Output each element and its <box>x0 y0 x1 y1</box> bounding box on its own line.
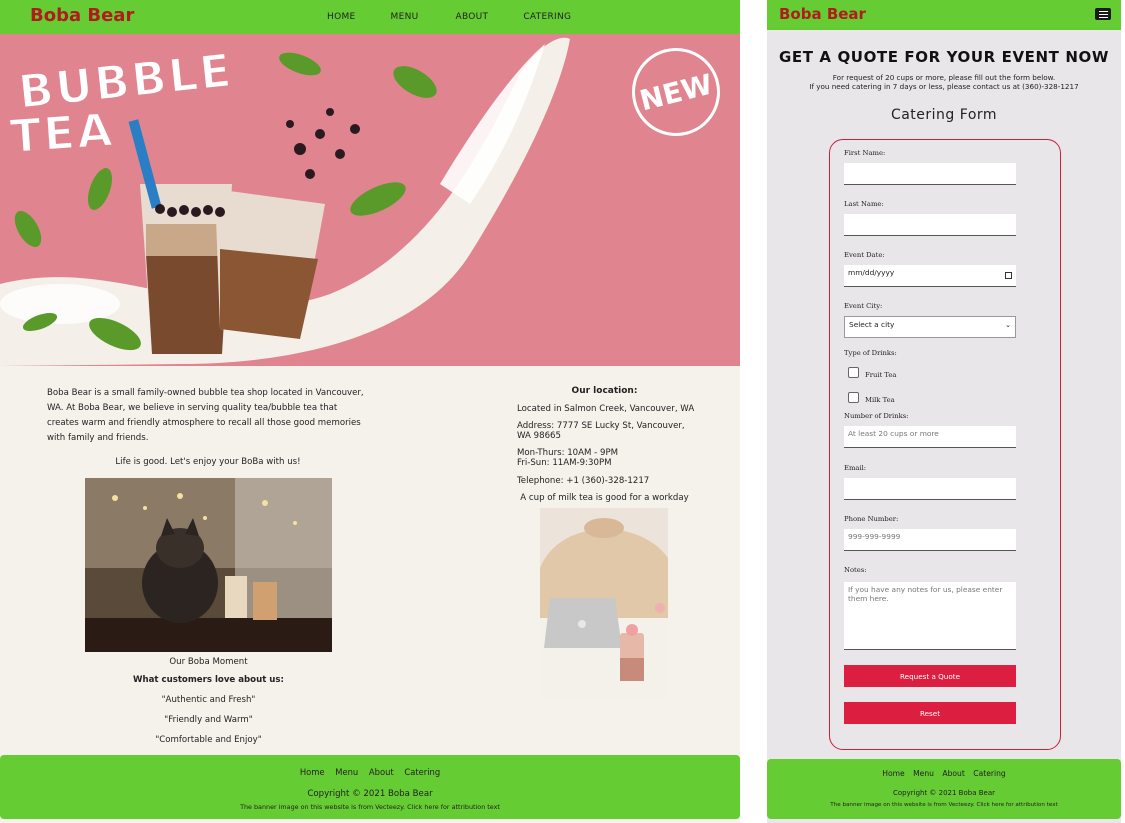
nav-menu-link[interactable]: MENU <box>391 12 419 22</box>
hours-line1: Mon-Thurs: 10AM - 9PM <box>517 448 619 458</box>
milk-tea-photo-art <box>540 508 668 700</box>
location-line: Located in Salmon Creek, Vancouver, WA <box>517 404 695 414</box>
hamburger-menu-icon[interactable] <box>1095 8 1111 20</box>
milk-tea-photo <box>540 508 668 700</box>
tagline: Life is good. Let's enjoy your BoBa with… <box>115 457 301 467</box>
mobile-footer-catering-link[interactable]: Catering <box>973 769 1005 778</box>
event-date-label: Event Date: <box>844 251 885 259</box>
email-field[interactable] <box>844 478 1016 500</box>
phone-field[interactable]: 999-999-9999 <box>844 529 1016 551</box>
mobile-footer-links: Home Menu About Catering <box>767 769 1121 778</box>
drinks-label: Type of Drinks: <box>844 349 897 357</box>
footer-catering-link[interactable]: Catering <box>404 767 440 777</box>
num-drinks-placeholder: At least 20 cups or more <box>848 429 939 438</box>
last-name-field[interactable] <box>844 214 1016 236</box>
footer-copyright: Copyright © 2021 Boba Bear <box>307 789 433 799</box>
form-title: Catering Form <box>890 107 998 123</box>
hours-line2: Fri-Sun: 11AM-9:30PM <box>517 458 612 468</box>
mobile-top-nav: Boba Bear <box>767 0 1121 30</box>
fruit-tea-label: Fruit Tea <box>865 371 897 379</box>
telephone: Telephone: +1 (360)-328-1217 <box>517 476 650 486</box>
reset-button[interactable]: Reset <box>844 702 1016 724</box>
num-drinks-label: Number of Drinks: <box>844 412 909 420</box>
notes-label: Notes: <box>844 566 867 574</box>
catering-page: Boba Bear GET A QUOTE FOR YOUR EVENT NOW… <box>767 0 1121 823</box>
mobile-footer-copyright: Copyright © 2021 Boba Bear <box>892 789 995 797</box>
home-page: Boba Bear HOME MENU ABOUT CATERING BUBBL… <box>0 0 740 823</box>
quote-2: "Friendly and Warm" <box>164 715 253 725</box>
mobile-footer-menu-link[interactable]: Menu <box>913 769 934 778</box>
milk-tea-label: Milk Tea <box>865 396 895 404</box>
footer-attribution[interactable]: The banner image on this website is from… <box>0 803 740 811</box>
mobile-brand-logo[interactable]: Boba Bear <box>779 5 866 23</box>
footer-menu-link[interactable]: Menu <box>335 767 358 777</box>
photo2-caption: A cup of milk tea is good for a workday <box>520 493 689 503</box>
request-quote-button[interactable]: Request a Quote <box>844 665 1016 687</box>
mobile-footer-about-link[interactable]: About <box>942 769 964 778</box>
quote-1: "Authentic and Fresh" <box>161 695 256 705</box>
stamp-text: NEW <box>636 67 716 117</box>
nav-home[interactable]: HOME <box>327 12 356 22</box>
hero-banner: BUBBLE TEA NEW <box>0 34 740 366</box>
date-placeholder: mm/dd/yyyy <box>848 268 895 277</box>
home-content: Boba Bear is a small family-owned bubble… <box>0 366 740 754</box>
chevron-down-icon: ⌄ <box>1005 321 1011 329</box>
quote-subtext-line1: For request of 20 cups or more, please f… <box>832 73 1056 82</box>
nav-menu: HOME MENU ABOUT CATERING <box>327 12 571 22</box>
quote-subtext-line2: If you need catering in 7 days or less, … <box>809 82 1079 91</box>
mobile-footer: Home Menu About Catering Copyright © 202… <box>767 759 1121 819</box>
cat-photo-art <box>85 478 332 652</box>
calendar-icon[interactable] <box>1005 272 1012 279</box>
photo1-caption: Our Boba Moment <box>169 657 248 667</box>
footer-about-link[interactable]: About <box>369 767 394 777</box>
cat-cafe-photo <box>85 478 332 652</box>
first-name-field[interactable] <box>844 163 1016 185</box>
fruit-tea-checkbox[interactable] <box>848 367 859 378</box>
top-nav: Boba Bear HOME MENU ABOUT CATERING <box>0 0 740 34</box>
banner-title-line2: TEA <box>7 101 117 164</box>
last-name-label: Last Name: <box>844 200 884 208</box>
notes-placeholder: If you have any notes for us, please ent… <box>848 585 1003 603</box>
address-line2: WA 98665 <box>517 431 561 441</box>
nav-catering[interactable]: CATERING <box>523 12 571 22</box>
quote-3: "Comfortable and Enjoy" <box>155 735 262 745</box>
footer-home-link[interactable]: Home <box>300 767 325 777</box>
footer-links: Home Menu About Catering <box>0 767 740 777</box>
city-selected-value: Select a city <box>849 320 895 329</box>
quote-heading: GET A QUOTE FOR YOUR EVENT NOW <box>779 48 1109 66</box>
mobile-footer-home-link[interactable]: Home <box>882 769 904 778</box>
notes-textarea[interactable]: If you have any notes for us, please ent… <box>844 582 1016 650</box>
brand-logo[interactable]: Boba Bear <box>30 5 134 26</box>
site-footer: Home Menu About Catering Copyright © 202… <box>0 755 740 819</box>
event-date-field[interactable]: mm/dd/yyyy <box>844 265 1016 287</box>
phone-label: Phone Number: <box>844 515 899 523</box>
customers-love-heading: What customers love about us: <box>133 675 284 685</box>
catering-form: First Name: Last Name: Event Date: mm/dd… <box>829 139 1061 750</box>
mobile-footer-attribution[interactable]: The banner image on this website is from… <box>767 802 1121 808</box>
milk-tea-checkbox[interactable] <box>848 392 859 403</box>
location-title: Our location: <box>571 386 638 396</box>
num-drinks-field[interactable]: At least 20 cups or more <box>844 426 1016 448</box>
quote-subtext: For request of 20 cups or more, please f… <box>767 73 1121 91</box>
intro-paragraph: Boba Bear is a small family-owned bubble… <box>47 388 364 443</box>
email-label: Email: <box>844 464 867 472</box>
event-city-select[interactable]: Select a city ⌄ <box>844 316 1016 338</box>
event-city-label: Event City: <box>844 302 883 310</box>
first-name-label: First Name: <box>844 149 886 157</box>
address-line1: Address: 7777 SE Lucky St, Vancouver, <box>517 421 685 431</box>
nav-about[interactable]: ABOUT <box>456 12 489 22</box>
phone-placeholder: 999-999-9999 <box>848 532 901 541</box>
